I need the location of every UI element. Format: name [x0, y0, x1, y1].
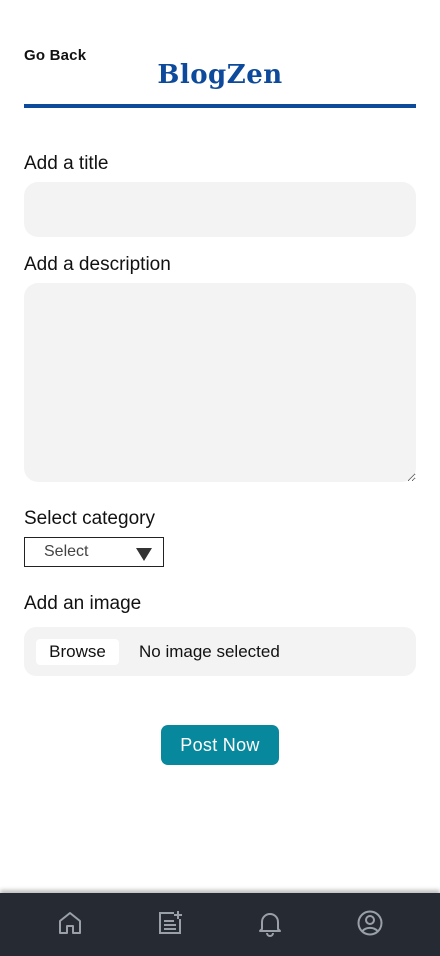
category-selected-value: Select	[44, 543, 89, 560]
brand-logo: BlogZen	[157, 60, 283, 90]
nav-profile[interactable]	[356, 909, 384, 937]
app-header: Go Back BlogZen	[24, 0, 416, 108]
nav-home[interactable]	[56, 909, 84, 937]
description-textarea[interactable]	[24, 283, 416, 482]
category-select[interactable]: Select	[24, 537, 164, 567]
new-post-icon	[159, 911, 182, 934]
nav-notifications[interactable]	[256, 909, 284, 937]
image-label: Add an image	[24, 593, 142, 614]
bottom-nav	[0, 893, 440, 956]
post-now-button[interactable]: Post Now	[161, 725, 279, 765]
nav-new-post[interactable]	[156, 909, 184, 937]
title-input[interactable]	[24, 182, 416, 237]
home-icon	[59, 912, 81, 934]
bell-icon	[259, 913, 281, 937]
header-divider	[24, 104, 416, 108]
dropdown-arrow-icon	[136, 548, 152, 561]
title-label: Add a title	[24, 153, 109, 174]
profile-icon	[357, 910, 383, 936]
image-file-input: Browse No image selected	[24, 627, 416, 676]
file-status-text: No image selected	[139, 642, 280, 661]
description-label: Add a description	[24, 254, 171, 275]
browse-button[interactable]: Browse	[36, 639, 119, 665]
category-label: Select category	[24, 508, 155, 529]
